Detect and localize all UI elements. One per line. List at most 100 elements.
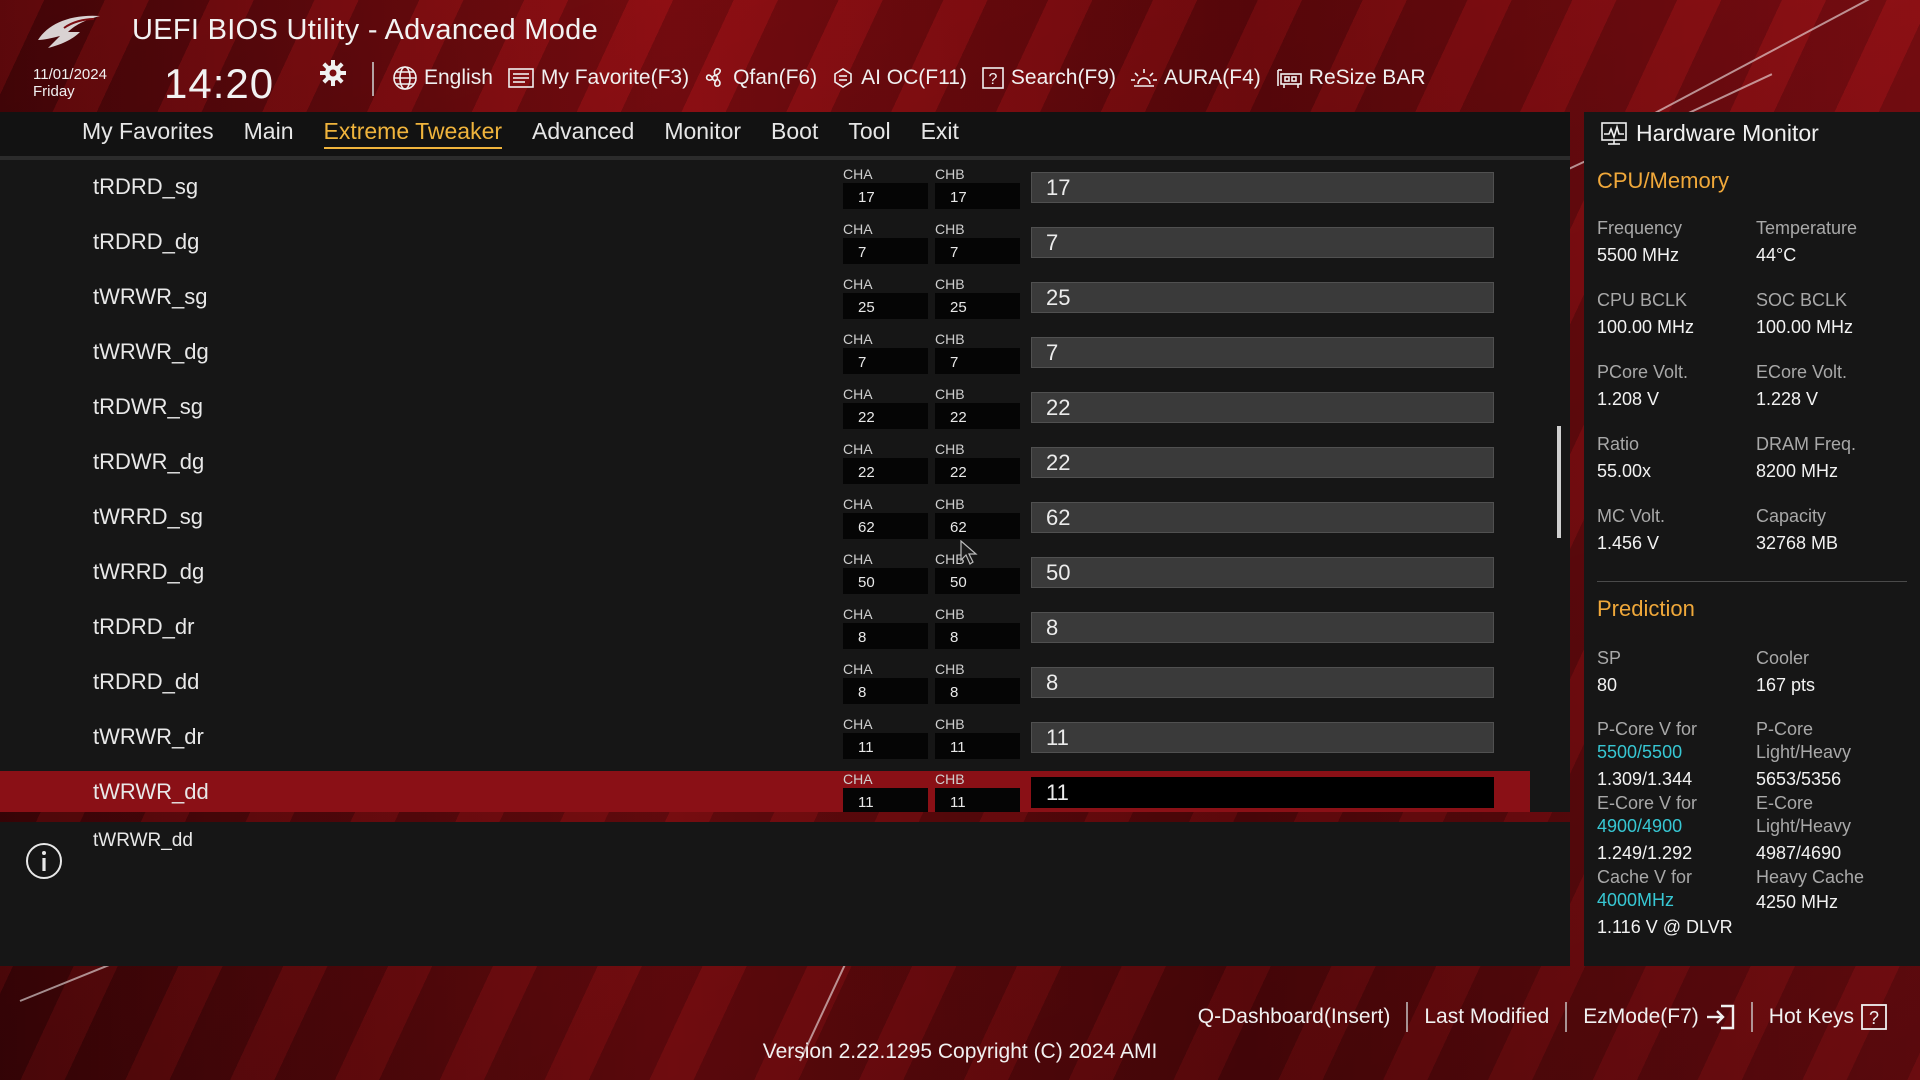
setting-value-input[interactable]: 7 <box>1031 337 1494 368</box>
setting-label: tWRWR_dg <box>93 339 209 364</box>
setting-row[interactable]: tWRWR_dg CHA 7 CHB 7 7 <box>0 331 1530 376</box>
tab-monitor[interactable]: Monitor <box>664 118 741 149</box>
tab-main[interactable]: Main <box>244 118 294 149</box>
chb-readout: CHB 11 <box>935 771 1020 812</box>
setting-value: 62 <box>1046 505 1071 530</box>
cooler-label: Cooler <box>1756 648 1810 668</box>
chb-readout: CHB 8 <box>935 661 1020 705</box>
setting-row[interactable]: tWRWR_sg CHA 25 CHB 25 25 <box>0 276 1530 321</box>
cha-value-box: 50 <box>843 568 928 594</box>
chb-value: 7 <box>950 244 959 261</box>
hot-keys-button[interactable]: Hot Keys ? <box>1753 1003 1904 1031</box>
setting-value-input[interactable]: 62 <box>1031 502 1494 533</box>
cha-readout: CHA 7 <box>843 331 928 375</box>
chb-value-box: 22 <box>935 403 1020 429</box>
last-modified-button[interactable]: Last Modified <box>1408 1005 1565 1029</box>
resize-bar-button[interactable]: ReSize BAR <box>1275 66 1426 90</box>
hw-metric-value: 55.00x <box>1597 461 1652 481</box>
aura-button[interactable]: AURA(F4) <box>1130 66 1261 90</box>
tab-extreme-tweaker[interactable]: Extreme Tweaker <box>323 118 503 149</box>
ecore-v-label: E-Core V for <box>1597 793 1698 813</box>
settings-scrollbar[interactable] <box>1557 426 1561 538</box>
hw-divider <box>1597 581 1907 582</box>
tab-my-favorites[interactable]: My Favorites <box>82 118 214 149</box>
q-dashboard-label: Q-Dashboard(Insert) <box>1197 1005 1391 1028</box>
cha-value: 7 <box>858 244 867 261</box>
chb-value: 11 <box>950 794 966 811</box>
footer-separator <box>1750 1002 1753 1032</box>
setting-value-input[interactable]: 17 <box>1031 172 1494 203</box>
chb-value: 7 <box>950 354 959 371</box>
chb-readout: CHB 11 <box>935 716 1020 760</box>
qfan-label: Qfan(F6) <box>733 66 818 89</box>
qfan-button[interactable]: Qfan(F6) <box>703 66 817 90</box>
setting-value-input[interactable]: 8 <box>1031 612 1494 643</box>
cha-label: CHA <box>843 386 873 402</box>
hw-metric-label: Capacity <box>1756 506 1827 526</box>
setting-label: tRDRD_sg <box>93 174 199 199</box>
my-favorite-button[interactable]: My Favorite(F3) <box>507 66 689 90</box>
search-button[interactable]: ? Search(F9) <box>981 66 1116 90</box>
setting-row[interactable]: tRDWR_sg CHA 22 CHB 22 22 <box>0 386 1530 431</box>
cha-value: 11 <box>858 794 874 811</box>
cache-v-label: Cache V for <box>1597 867 1693 887</box>
setting-row[interactable]: tRDRD_sg CHA 17 CHB 17 17 <box>0 166 1530 211</box>
setting-row[interactable]: tWRWR_dd CHA 11 CHB 11 11 <box>0 771 1530 812</box>
footer-separator <box>1565 1002 1568 1032</box>
heavy-cache-label: Heavy Cache <box>1756 867 1865 887</box>
tab-exit[interactable]: Exit <box>921 118 959 149</box>
globe-icon <box>393 66 417 90</box>
setting-value-input[interactable]: 11 <box>1031 777 1494 808</box>
setting-value-input[interactable]: 22 <box>1031 392 1494 423</box>
chb-readout: CHB 62 <box>935 496 1020 540</box>
ecore-lh-label-1: E-Core <box>1756 793 1814 813</box>
cha-value-box: 7 <box>843 348 928 374</box>
cha-value: 11 <box>858 739 874 756</box>
setting-row[interactable]: tWRRD_dg CHA 50 CHB 50 50 <box>0 551 1530 596</box>
tab-boot[interactable]: Boot <box>771 118 818 149</box>
cha-readout: CHA 25 <box>843 276 928 320</box>
chb-readout: CHB 22 <box>935 441 1020 485</box>
setting-value-input[interactable]: 25 <box>1031 282 1494 313</box>
setting-row[interactable]: tRDRD_dr CHA 8 CHB 8 8 <box>0 606 1530 651</box>
setting-row[interactable]: tWRRD_sg CHA 62 CHB 62 62 <box>0 496 1530 541</box>
setting-row[interactable]: tRDRD_dg CHA 7 CHB 7 7 <box>0 221 1530 266</box>
chb-value: 8 <box>950 684 959 701</box>
language-label: English <box>424 66 493 89</box>
language-button[interactable]: English <box>392 65 493 91</box>
setting-value: 11 <box>1046 725 1069 750</box>
q-dashboard-button[interactable]: Q-Dashboard(Insert) <box>1182 1005 1407 1029</box>
setting-row[interactable]: tRDWR_dg CHA 22 CHB 22 22 <box>0 441 1530 486</box>
setting-value-input[interactable]: 7 <box>1031 227 1494 258</box>
setting-value-input[interactable]: 8 <box>1031 667 1494 698</box>
setting-value-input[interactable]: 22 <box>1031 447 1494 478</box>
hardware-monitor-title: Hardware Monitor <box>1636 120 1819 146</box>
setting-row[interactable]: tWRWR_dr CHA 11 CHB 11 11 <box>0 716 1530 761</box>
cha-label: CHA <box>843 716 873 732</box>
chb-readout: CHB 17 <box>935 166 1020 210</box>
setting-value-input[interactable]: 11 <box>1031 722 1494 753</box>
cha-readout: CHA 7 <box>843 221 928 265</box>
hw-metric-label: Ratio <box>1597 434 1640 454</box>
cha-value: 50 <box>858 574 875 591</box>
help-text: tWRWR_dd <box>93 830 193 851</box>
setting-label: tRDWR_sg <box>93 394 204 419</box>
tab-advanced[interactable]: Advanced <box>532 118 634 149</box>
hw-metric-label: PCore Volt. <box>1597 362 1689 382</box>
nav-tabs: My Favorites Main Extreme Tweaker Advanced M… <box>82 118 989 149</box>
ai-oc-button[interactable]: AI OC(F11) <box>831 66 967 90</box>
chb-label: CHB <box>935 166 965 182</box>
chb-value-box: 8 <box>935 678 1020 704</box>
hw-metric-label: Temperature <box>1756 218 1858 238</box>
setting-row[interactable]: tRDRD_dd CHA 8 CHB 8 8 <box>0 661 1530 706</box>
heavy-cache-value: 4250 MHz <box>1756 892 1839 912</box>
ezmode-button[interactable]: EzMode(F7) <box>1567 1004 1751 1030</box>
chb-readout: CHB 25 <box>935 276 1020 320</box>
my-favorite-label: My Favorite(F3) <box>540 66 690 89</box>
setting-value-input[interactable]: 50 <box>1031 557 1494 588</box>
mouse-cursor-icon <box>960 540 978 565</box>
cha-readout: CHA 11 <box>843 716 928 760</box>
toolbar: English My Favorite(F3) Qfan(F6) AI OC(F… <box>392 62 1440 94</box>
gear-icon[interactable] <box>318 58 348 88</box>
tab-tool[interactable]: Tool <box>848 118 890 149</box>
